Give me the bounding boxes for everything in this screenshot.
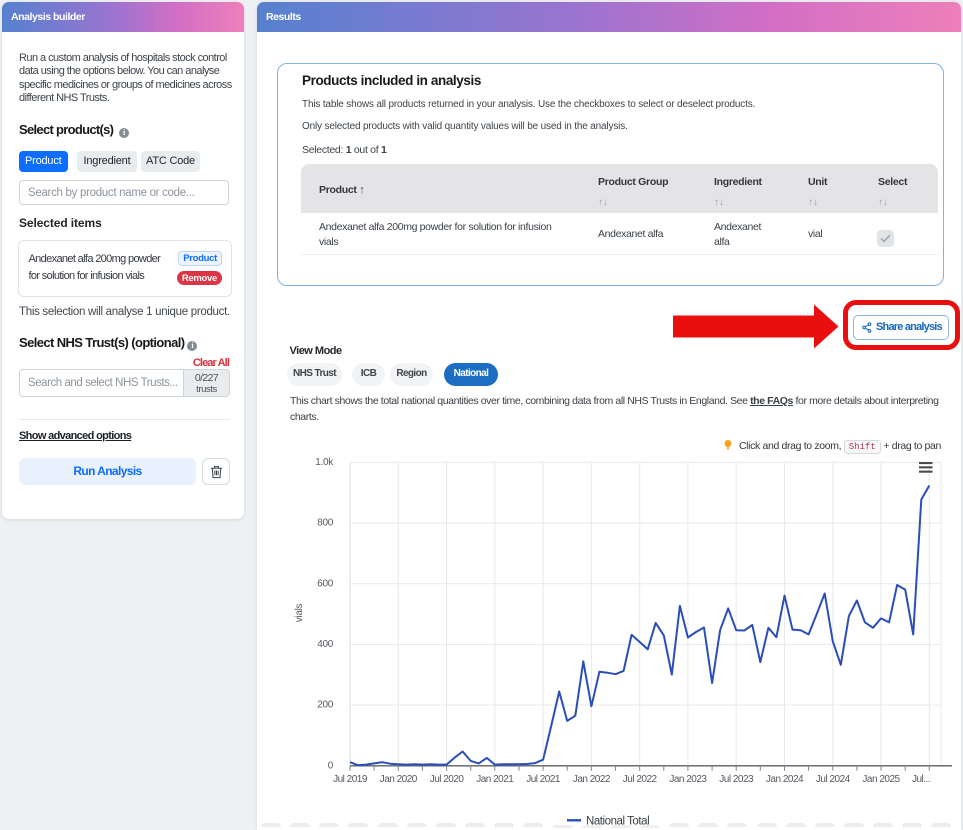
svg-text:1.0k: 1.0k <box>315 457 334 468</box>
svg-text:800: 800 <box>317 518 334 529</box>
svg-text:Jul 2020: Jul 2020 <box>430 774 465 785</box>
svg-text:Jan 2020: Jan 2020 <box>380 774 418 785</box>
svg-text:Jan 2021: Jan 2021 <box>476 774 514 785</box>
svg-text:200: 200 <box>317 700 334 711</box>
svg-text:Jul 2019: Jul 2019 <box>333 774 368 785</box>
svg-text:vials: vials <box>294 603 305 622</box>
svg-text:Jan 2022: Jan 2022 <box>573 774 611 785</box>
svg-text:Jan 2024: Jan 2024 <box>766 774 804 785</box>
svg-text:Jul 2022: Jul 2022 <box>623 774 658 785</box>
svg-text:600: 600 <box>317 578 334 589</box>
svg-text:0: 0 <box>328 760 334 771</box>
svg-text:Jan 2023: Jan 2023 <box>669 774 707 785</box>
svg-text:Jul 2023: Jul 2023 <box>719 774 754 785</box>
svg-text:Jan 2025: Jan 2025 <box>862 774 900 785</box>
svg-text:400: 400 <box>317 639 334 650</box>
svg-text:Jul...: Jul... <box>912 774 930 785</box>
svg-text:Jul 2024: Jul 2024 <box>816 774 851 785</box>
svg-text:Jul 2021: Jul 2021 <box>526 774 561 785</box>
